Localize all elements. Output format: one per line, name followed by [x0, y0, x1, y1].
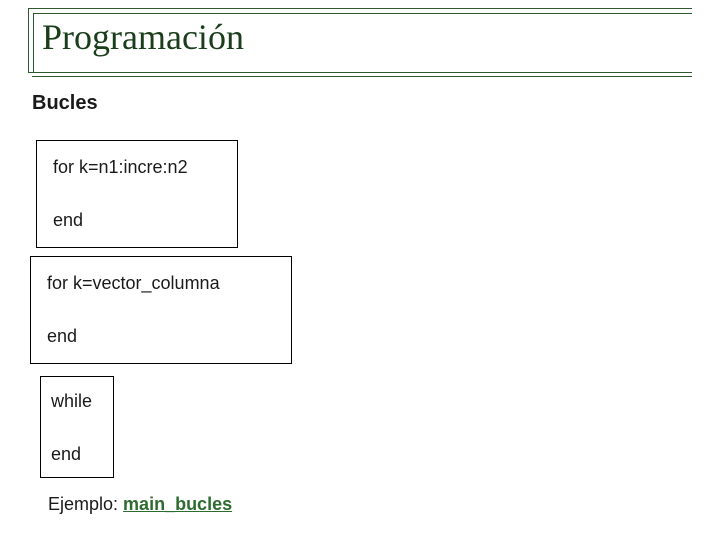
- code-box-for-vector: for k=vector_columna end: [30, 256, 292, 364]
- code-line: for k=n1:incre:n2: [53, 155, 221, 180]
- example-prefix: Ejemplo:: [48, 494, 123, 514]
- example-line: Ejemplo: main_bucles: [48, 494, 232, 515]
- title-underline: [28, 72, 692, 73]
- slide-title: Programación: [42, 16, 244, 58]
- code-line: end: [53, 208, 221, 233]
- code-line: end: [51, 442, 103, 467]
- slide: Programación Bucles for k=n1:incre:n2 en…: [0, 0, 720, 540]
- slide-subtitle: Bucles: [32, 92, 98, 115]
- code-line: while: [51, 389, 103, 414]
- code-line: end: [47, 324, 275, 349]
- title-underline-inner: [32, 76, 692, 77]
- code-box-for-range: for k=n1:incre:n2 end: [36, 140, 238, 248]
- code-box-while: while end: [40, 376, 114, 478]
- code-line: for k=vector_columna: [47, 271, 275, 296]
- example-link[interactable]: main_bucles: [123, 494, 232, 514]
